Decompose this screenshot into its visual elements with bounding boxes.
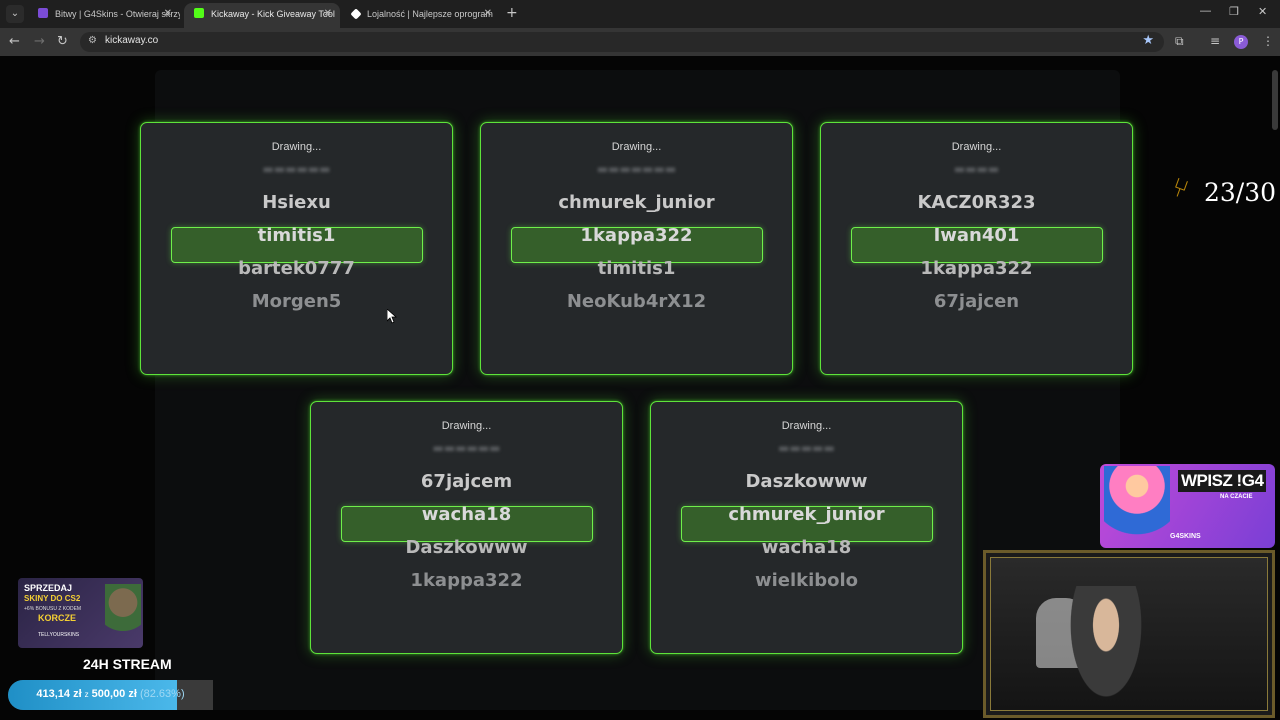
draw-counter-text: 23/30 xyxy=(1204,178,1277,207)
back-button[interactable]: ← xyxy=(9,34,20,50)
menu-kebab-icon[interactable]: ⋮ xyxy=(1262,34,1274,48)
candidate-name: 67jajcen xyxy=(933,291,1020,312)
candidate-name: timitis1 xyxy=(597,258,676,279)
promo-line: +6% BONUSU Z KODEM xyxy=(24,606,82,612)
tab-kickaway[interactable]: Kickaway - Kick Giveaway Tool ✕ xyxy=(184,3,340,28)
extensions-icon[interactable]: ⧉ xyxy=(1175,34,1184,48)
selected-name: 1kappa322 xyxy=(580,225,693,246)
character-illustration-icon xyxy=(1104,466,1170,546)
drawing-status: Drawing... xyxy=(271,141,322,153)
site-info-icon[interactable]: ⚙ xyxy=(88,35,97,46)
draw-card-1: Drawing... ▬▬▬▬▬▬ Hsiexu timitis1 bartek… xyxy=(140,122,453,375)
address-bar[interactable]: ⚙ kickaway.co ★ xyxy=(80,32,1164,52)
goal-percent: (82.63%) xyxy=(139,688,185,700)
stream-title: 24H STREAM xyxy=(83,656,172,672)
draw-card-3: Drawing... ▬▬▬▬ KACZ0R323 Iwan401 1kappa… xyxy=(820,122,1133,375)
ad-subtitle: NA CZACIE xyxy=(1220,494,1253,500)
candidate-name: Daszkowww xyxy=(405,537,528,558)
promo-brand: TELLYOURSKINS xyxy=(38,632,80,638)
selected-name: chmurek_junior xyxy=(728,504,885,525)
scrolling-name-ghost: ▬▬▬▬ xyxy=(953,167,1000,175)
alien-mascot-icon xyxy=(105,584,141,646)
scrolling-name-ghost: ▬▬▬▬▬▬ xyxy=(262,167,331,175)
fork-icon: ⑂ xyxy=(1167,172,1193,206)
drawing-status: Drawing... xyxy=(441,420,492,432)
tab-title: Kickaway - Kick Giveaway Tool xyxy=(211,9,335,19)
streamer xyxy=(1061,586,1151,715)
tab-g4skins[interactable]: Bitwy | G4Skins - Otwieraj skrzy ✕ xyxy=(28,3,180,28)
candidate-name: Morgen5 xyxy=(251,291,342,312)
forward-button[interactable]: → xyxy=(34,34,45,50)
candidate-name: bartek0777 xyxy=(238,258,355,279)
webcam-frame xyxy=(983,550,1275,718)
bookmark-star-icon[interactable]: ★ xyxy=(1142,33,1154,48)
drawing-status: Drawing... xyxy=(611,141,662,153)
selected-name: wacha18 xyxy=(421,504,512,525)
restore-icon[interactable]: ❐ xyxy=(1229,5,1239,18)
kickaway-favicon-icon xyxy=(194,8,204,18)
promo-code: KORCZE xyxy=(38,613,76,623)
candidate-name: NeoKub4rX12 xyxy=(566,291,707,312)
diamond-favicon-icon xyxy=(350,8,362,20)
reload-button[interactable]: ↻ xyxy=(57,34,68,50)
draw-card-2: Drawing... ▬▬▬▬▬▬▬ chmurek_junior 1kappa… xyxy=(480,122,793,375)
tab-title: Lojalność | Najlepsze oprogram xyxy=(367,9,493,19)
goal-separator: z xyxy=(84,690,89,699)
goal-target: 500,00 zł xyxy=(91,688,137,700)
toolbar: ← → ↻ ⚙ kickaway.co ★ ⧉ ≡ ⋮ xyxy=(0,28,1280,56)
scrolling-name-ghost: ▬▬▬▬▬▬▬ xyxy=(596,167,677,175)
candidate-name: chmurek_junior xyxy=(558,192,715,213)
candidate-name: KACZ0R323 xyxy=(917,192,1036,213)
minimize-icon[interactable]: — xyxy=(1200,5,1211,17)
selected-name: Iwan401 xyxy=(933,225,1020,246)
promo-line: SPRZEDAJ xyxy=(24,583,73,593)
candidate-name: Hsiexu xyxy=(262,192,331,213)
donation-goal-bar: 413,14 zł z 500,00 zł (82.63%) xyxy=(8,680,213,710)
page-content: Drawing... ▬▬▬▬▬▬ Hsiexu timitis1 bartek… xyxy=(0,56,1280,720)
g4skins-ad-banner: WPISZ !G4 NA CZACIE G4SKINS xyxy=(1100,464,1275,548)
draw-card-5: Drawing... ▬▬▬▬▬ Daszkowww chmurek_junio… xyxy=(650,401,963,654)
webcam-video xyxy=(990,557,1268,715)
candidate-name: wacha18 xyxy=(761,537,852,558)
close-icon[interactable]: ✕ xyxy=(164,3,172,25)
profile-avatar[interactable]: P xyxy=(1234,35,1248,49)
drawing-status: Drawing... xyxy=(781,420,832,432)
candidate-name: wielkibolo xyxy=(754,570,859,591)
close-icon[interactable]: ✕ xyxy=(484,3,492,25)
tab-lojalnosc[interactable]: Lojalność | Najlepsze oprogram ✕ xyxy=(342,3,500,28)
url-text[interactable]: kickaway.co xyxy=(105,35,158,46)
candidate-name: 1kappa322 xyxy=(920,258,1033,279)
candidate-name: Daszkowww xyxy=(745,471,868,492)
scrollbar-thumb[interactable] xyxy=(1272,70,1278,130)
drawing-status: Drawing... xyxy=(951,141,1002,153)
sponsor-promo-card: SPRZEDAJ SKINY DO CS2 +6% BONUSU Z KODEM… xyxy=(18,578,143,648)
draw-card-4: Drawing... ▬▬▬▬▬▬ 67jajcem wacha18 Daszk… xyxy=(310,401,623,654)
ad-title: WPISZ !G4 xyxy=(1178,470,1267,492)
tab-search-button[interactable]: ⌄ xyxy=(6,5,24,23)
scrolling-name-ghost: ▬▬▬▬▬▬ xyxy=(432,446,501,454)
media-controls-icon[interactable]: ≡ xyxy=(1210,34,1220,48)
ad-brand: G4SKINS xyxy=(1170,533,1201,540)
scrolling-name-ghost: ▬▬▬▬▬ xyxy=(778,446,835,454)
promo-line: SKINY DO CS2 xyxy=(24,594,81,603)
new-tab-button[interactable]: + xyxy=(506,5,518,21)
close-icon[interactable]: ✕ xyxy=(324,3,332,25)
g4skins-favicon-icon xyxy=(38,8,48,18)
candidate-name: 67jajcem xyxy=(420,471,513,492)
donation-goal-text: 413,14 zł z 500,00 zł (82.63%) xyxy=(8,688,213,700)
tab-title: Bitwy | G4Skins - Otwieraj skrzy xyxy=(55,9,180,19)
goal-current: 413,14 zł xyxy=(36,688,82,700)
candidate-name: 1kappa322 xyxy=(410,570,523,591)
close-window-icon[interactable]: ✕ xyxy=(1258,5,1267,18)
selected-name: timitis1 xyxy=(257,225,336,246)
tab-strip: ⌄ Bitwy | G4Skins - Otwieraj skrzy ✕ Kic… xyxy=(0,0,1280,28)
